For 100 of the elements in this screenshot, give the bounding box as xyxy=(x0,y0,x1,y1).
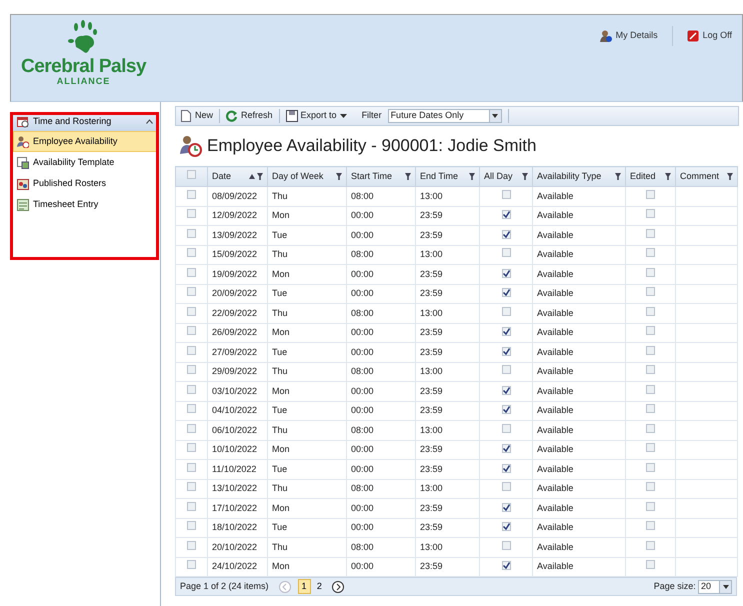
column-header[interactable]: Date xyxy=(208,166,268,186)
refresh-button[interactable]: Refresh xyxy=(226,109,273,123)
all-day-checkbox[interactable] xyxy=(502,248,510,257)
select-all-checkbox[interactable] xyxy=(187,170,196,179)
dropdown-caret-icon xyxy=(340,114,347,118)
new-button[interactable]: New xyxy=(180,109,214,123)
all-day-checkbox[interactable] xyxy=(502,424,510,432)
edited-checkbox[interactable] xyxy=(646,424,655,432)
row-checkbox[interactable] xyxy=(187,404,196,413)
date-cell: 22/09/2022 xyxy=(208,304,268,323)
edited-checkbox[interactable] xyxy=(646,502,655,510)
my-details-link[interactable]: My Details xyxy=(600,29,658,42)
row-checkbox[interactable] xyxy=(187,190,196,198)
edited-checkbox[interactable] xyxy=(646,462,655,472)
date-cell: 27/09/2022 xyxy=(208,342,268,362)
edited-checkbox[interactable] xyxy=(646,287,655,296)
page-size-label: Page size: xyxy=(654,580,696,593)
all-day-checkbox[interactable] xyxy=(502,561,510,570)
row-checkbox[interactable] xyxy=(187,424,196,432)
export-button[interactable]: Export to xyxy=(286,109,347,123)
edited-checkbox[interactable] xyxy=(646,404,655,413)
row-checkbox[interactable] xyxy=(187,443,196,452)
row-checkbox[interactable] xyxy=(187,521,196,530)
sidebar-item[interactable]: Employee Availability xyxy=(13,131,157,152)
page-button[interactable]: 1 xyxy=(298,579,311,594)
all-day-checkbox[interactable] xyxy=(502,230,510,238)
column-header[interactable]: Edited xyxy=(626,166,676,186)
edited-checkbox[interactable] xyxy=(646,521,655,530)
column-header[interactable]: Comment xyxy=(676,166,738,186)
filter-label: Filter xyxy=(362,109,382,122)
edited-checkbox[interactable] xyxy=(646,365,655,374)
row-checkbox[interactable] xyxy=(187,306,196,316)
all-day-checkbox[interactable] xyxy=(502,346,510,356)
dropdown-caret-icon xyxy=(722,584,728,588)
all-day-checkbox[interactable] xyxy=(502,444,510,453)
row-checkbox[interactable] xyxy=(187,268,196,276)
all-day-checkbox[interactable] xyxy=(502,502,510,512)
row-checkbox[interactable] xyxy=(187,502,196,510)
time-cell: 13:00 xyxy=(416,362,480,382)
edited-checkbox[interactable] xyxy=(646,248,655,257)
row-checkbox[interactable] xyxy=(187,540,196,550)
all-day-checkbox[interactable] xyxy=(502,386,510,394)
row-checkbox[interactable] xyxy=(187,560,196,569)
edited-checkbox[interactable] xyxy=(646,190,655,198)
row-checkbox[interactable] xyxy=(187,462,196,472)
time-cell: 00:00 xyxy=(346,264,416,284)
row-checkbox[interactable] xyxy=(187,365,196,374)
edited-checkbox[interactable] xyxy=(646,540,655,550)
time-cell: 13:00 xyxy=(416,186,480,206)
all-day-checkbox[interactable] xyxy=(502,482,510,491)
all-day-checkbox[interactable] xyxy=(502,306,510,316)
time-cell: 13:00 xyxy=(416,420,480,440)
edited-checkbox[interactable] xyxy=(646,326,655,335)
all-day-checkbox[interactable] xyxy=(502,327,510,336)
row-checkbox[interactable] xyxy=(187,287,196,296)
edited-checkbox[interactable] xyxy=(646,384,655,394)
sidebar-item[interactable]: Published Rosters xyxy=(13,173,157,194)
all-day-checkbox[interactable] xyxy=(502,365,510,374)
all-day-checkbox[interactable] xyxy=(502,405,510,414)
time-cell: 00:00 xyxy=(346,382,416,401)
all-day-checkbox[interactable] xyxy=(502,522,510,531)
all-day-checkbox[interactable] xyxy=(502,210,510,219)
row-checkbox[interactable] xyxy=(187,384,196,394)
time-cell: 00:00 xyxy=(346,323,416,342)
edited-checkbox[interactable] xyxy=(646,228,655,238)
row-checkbox[interactable] xyxy=(187,228,196,238)
column-header[interactable]: Start Time xyxy=(346,166,416,186)
sidebar-item[interactable]: Availability Template xyxy=(13,152,157,173)
all-day-checkbox[interactable] xyxy=(502,268,510,278)
type-cell: Available xyxy=(532,382,626,401)
all-day-checkbox[interactable] xyxy=(502,288,510,297)
row-checkbox[interactable] xyxy=(187,346,196,354)
all-day-checkbox[interactable] xyxy=(502,190,510,198)
page-size-dropdown[interactable]: 20 xyxy=(698,580,732,594)
row-checkbox[interactable] xyxy=(187,482,196,491)
all-day-checkbox[interactable] xyxy=(502,464,510,472)
edited-checkbox[interactable] xyxy=(646,443,655,452)
row-checkbox[interactable] xyxy=(187,326,196,335)
edited-checkbox[interactable] xyxy=(646,209,655,218)
edited-checkbox[interactable] xyxy=(646,268,655,276)
sidebar-item[interactable]: Timesheet Entry xyxy=(13,194,157,215)
page-button[interactable]: 2 xyxy=(312,579,326,594)
edited-checkbox[interactable] xyxy=(646,306,655,316)
row-checkbox[interactable] xyxy=(187,248,196,257)
edited-checkbox[interactable] xyxy=(646,560,655,569)
column-header[interactable]: Day of Week xyxy=(268,166,346,186)
column-header[interactable]: All Day xyxy=(480,166,532,186)
filter-icon xyxy=(469,173,475,180)
column-header[interactable]: Availability Type xyxy=(532,166,626,186)
time-cell: 13:00 xyxy=(416,245,480,264)
date-cell: 17/10/2022 xyxy=(208,498,268,518)
edited-checkbox[interactable] xyxy=(646,346,655,354)
edited-checkbox[interactable] xyxy=(646,482,655,491)
all-day-checkbox[interactable] xyxy=(502,540,510,550)
log-off-link[interactable]: Log Off xyxy=(686,29,732,42)
page-title: Employee Availability - 900001: Jodie Smith xyxy=(207,135,536,158)
row-checkbox[interactable] xyxy=(187,209,196,218)
filter-dropdown[interactable]: Future Dates Only xyxy=(388,109,502,123)
column-header[interactable]: End Time xyxy=(416,166,480,186)
check-icon xyxy=(502,230,510,238)
